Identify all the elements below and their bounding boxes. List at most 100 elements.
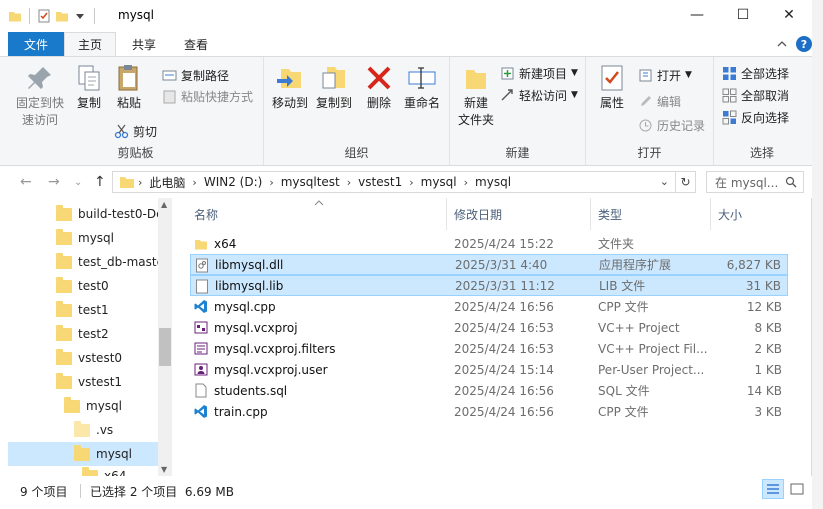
tree-item[interactable]: test1 [56,298,109,322]
tree-item[interactable]: mysql [64,394,122,418]
file-row-selected[interactable]: libmysql.dll 2025/3/31 4:40 应用程序扩展 6,827… [190,254,788,275]
up-arrow-icon[interactable]: ↑ [94,174,106,190]
close-button[interactable]: ✕ [766,0,812,30]
tab-home[interactable]: 主页 [64,32,116,56]
delete-icon [367,66,391,90]
move-to-button[interactable]: 移动到 [268,63,312,112]
easy-access-button[interactable]: 轻松访问 ▼ [500,85,578,105]
window-controls: — ☐ ✕ [674,0,812,30]
tree-item[interactable]: vstest0 [56,346,122,370]
tree-item-label: build-test0-De [78,207,164,221]
tab-share[interactable]: 共享 [118,32,170,56]
file-row[interactable]: train.cpp 2025/4/24 16:56 CPP 文件 3 KB [190,401,788,422]
lib-file-icon [196,279,208,294]
tree-item[interactable]: mysql [56,226,114,250]
paste-shortcut-button[interactable]: 粘贴快捷方式 [162,86,253,106]
file-size: 12 KB [746,299,782,314]
tree-item[interactable]: test_db-maste [56,250,164,274]
breadcrumb-vstest1[interactable]: vstest1 [354,175,406,189]
properties-button[interactable]: 属性 [592,63,632,112]
maximize-button[interactable]: ☐ [720,0,766,30]
minimize-button[interactable]: — [674,0,720,30]
file-type: SQL 文件 [598,384,650,398]
scissors-icon [114,124,129,138]
tree-item[interactable]: vstest1 [56,370,122,394]
folder-icon [56,300,72,317]
column-divider[interactable] [710,198,711,230]
file-name: libmysql.dll [215,257,284,272]
file-row[interactable]: mysql.cpp 2025/4/24 16:56 CPP 文件 12 KB [190,296,788,317]
file-row[interactable]: students.sql 2025/4/24 16:56 SQL 文件 14 K… [190,380,788,401]
pin-quick-access-button[interactable]: 固定到快 速访问 [10,63,70,129]
edit-button[interactable]: 编辑 [638,91,681,111]
copy-path-button[interactable]: 复制路径 [162,65,229,85]
history-chevron-down-icon[interactable]: ⌄ [660,175,669,188]
tree-item-label: vstest0 [78,351,123,365]
tree-item-selected[interactable]: mysql [8,442,158,466]
folder-icon [74,444,90,461]
back-arrow-icon[interactable]: ← [20,174,32,190]
refresh-icon[interactable]: ↻ [675,172,695,192]
tree-item[interactable]: test2 [56,322,109,346]
file-name: mysql.vcxproj.user [214,362,328,377]
breadcrumb-separator-icon: › [463,175,469,189]
paste-icon [118,65,138,91]
select-none-button[interactable]: 全部取消 [722,85,789,105]
history-button[interactable]: 历史记录 [638,115,705,135]
column-divider[interactable] [590,198,591,230]
folder-icon [74,420,90,437]
copy-to-button[interactable]: 复制到 [312,63,356,112]
column-header-size[interactable]: 大小 [718,198,742,230]
select-all-button[interactable]: 全部选择 [722,63,789,83]
scroll-down-icon[interactable]: ▼ [161,465,167,474]
tree-scrollbar[interactable]: ▲ ▼ [158,198,172,476]
file-row[interactable]: mysql.vcxproj 2025/4/24 16:53 VC++ Proje… [190,317,788,338]
tree-item[interactable]: build-test0-De [56,202,163,226]
status-bar: 9 个项目 已选择 2 个项目 6.69 MB [0,476,812,509]
forward-arrow-icon[interactable]: → [48,174,60,190]
breadcrumb-mysqltest[interactable]: mysqltest [277,175,344,189]
copy-button[interactable]: 复制 [72,63,106,112]
new-folder-icon[interactable] [55,9,69,23]
file-row[interactable]: x64 2025/4/24 15:22 文件夹 [190,233,788,254]
search-input[interactable]: 在 mysql... [706,171,804,193]
paste-button[interactable]: 粘贴 [112,63,146,112]
scroll-up-icon[interactable]: ▲ [161,200,167,209]
breadcrumb-drive[interactable]: WIN2 (D:) [200,175,266,189]
column-header-date[interactable]: 修改日期 [454,198,502,230]
customize-toolbar-icon[interactable] [73,9,87,23]
tab-view[interactable]: 查看 [170,32,222,56]
ribbon-tabs: 文件 主页 共享 查看 ? [0,32,812,56]
large-icons-view-button[interactable] [786,479,808,499]
file-row[interactable]: mysql.vcxproj.user 2025/4/24 15:14 Per-U… [190,359,788,380]
breadcrumb-mysql-parent[interactable]: mysql [417,175,461,189]
file-row-selected[interactable]: libmysql.lib 2025/3/31 11:12 LIB 文件 31 K… [190,275,788,296]
file-name: mysql.vcxproj [214,320,298,335]
address-bar[interactable]: › 此电脑 › WIN2 (D:) › mysqltest › vstest1 … [112,171,696,193]
open-button[interactable]: 打开 ▼ [638,65,692,85]
details-view-button[interactable] [762,479,784,499]
tree-item[interactable]: test0 [56,274,109,298]
column-header-type[interactable]: 类型 [598,198,622,230]
delete-button[interactable]: 删除 [362,63,396,112]
tree-scroll-thumb[interactable] [159,328,171,366]
column-divider[interactable] [446,198,447,230]
file-row[interactable]: mysql.vcxproj.filters 2025/4/24 16:53 VC… [190,338,788,359]
chevron-up-icon[interactable] [776,38,788,50]
new-item-button[interactable]: 新建项目 ▼ [500,63,578,83]
cut-button[interactable]: 剪切 [114,121,157,141]
tab-file[interactable]: 文件 [8,32,64,56]
tree-item[interactable]: .vs [74,418,113,442]
breadcrumb-this-pc[interactable]: 此电脑 [145,174,189,191]
column-header-name[interactable]: 名称 [194,198,218,230]
search-placeholder: 在 mysql... [715,175,779,190]
properties-icon[interactable] [37,9,51,23]
breadcrumb-mysql-current[interactable]: mysql [471,175,515,189]
new-folder-button[interactable]: 新建 文件夹 [454,63,498,129]
recent-chevron-down-icon[interactable]: ⌄ [74,177,82,188]
help-icon[interactable]: ? [796,36,812,52]
rename-button[interactable]: 重命名 [400,63,444,112]
move-to-icon [277,69,301,88]
invert-selection-button[interactable]: 反向选择 [722,107,789,127]
tree-item[interactable]: x64 [82,464,126,476]
